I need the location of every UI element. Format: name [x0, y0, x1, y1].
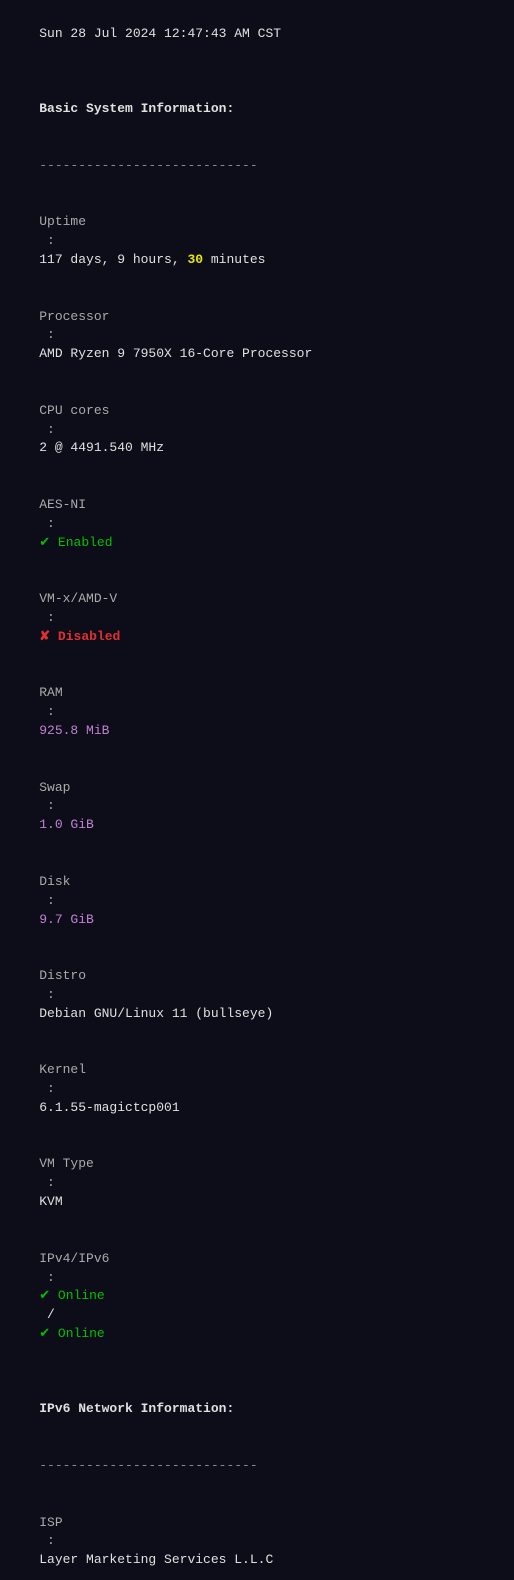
terminal-output: Sun 28 Jul 2024 12:47:43 AM CST Basic Sy…: [8, 6, 506, 1580]
ipv6-title: IPv6 Network Information:: [8, 1382, 506, 1439]
datetime-line: Sun 28 Jul 2024 12:47:43 AM CST: [8, 6, 506, 63]
processor-line: Processor : AMD Ryzen 9 7950X 16-Core Pr…: [8, 289, 506, 383]
basic-sep: ----------------------------: [8, 138, 506, 195]
vmtype-line: VM Type : KVM: [8, 1137, 506, 1231]
vmx-line: VM-x/AMD-V : ✘ Disabled: [8, 571, 506, 665]
blank2: [8, 1363, 506, 1382]
datetime: Sun 28 Jul 2024 12:47:43 AM CST: [39, 26, 281, 41]
disk-line: Disk : 9.7 GiB: [8, 854, 506, 948]
isp-line: ISP : Layer Marketing Services L.L.C: [8, 1495, 506, 1580]
ipv6-sep: ----------------------------: [8, 1438, 506, 1495]
distro-line: Distro : Debian GNU/Linux 11 (bullseye): [8, 948, 506, 1042]
swap-line: Swap : 1.0 GiB: [8, 760, 506, 854]
ipv46-line: IPv4/IPv6 : ✔ Online / ✔ Online: [8, 1231, 506, 1363]
kernel-line: Kernel : 6.1.55-magictcp001: [8, 1042, 506, 1136]
basic-title: Basic System Information:: [8, 81, 506, 138]
ram-line: RAM : 925.8 MiB: [8, 666, 506, 760]
cpu-cores-line: CPU cores : 2 @ 4491.540 MHz: [8, 383, 506, 477]
uptime-line: Uptime : 117 days, 9 hours, 30 minutes: [8, 194, 506, 288]
aes-line: AES-NI : ✔ Enabled: [8, 477, 506, 571]
blank1: [8, 63, 506, 82]
